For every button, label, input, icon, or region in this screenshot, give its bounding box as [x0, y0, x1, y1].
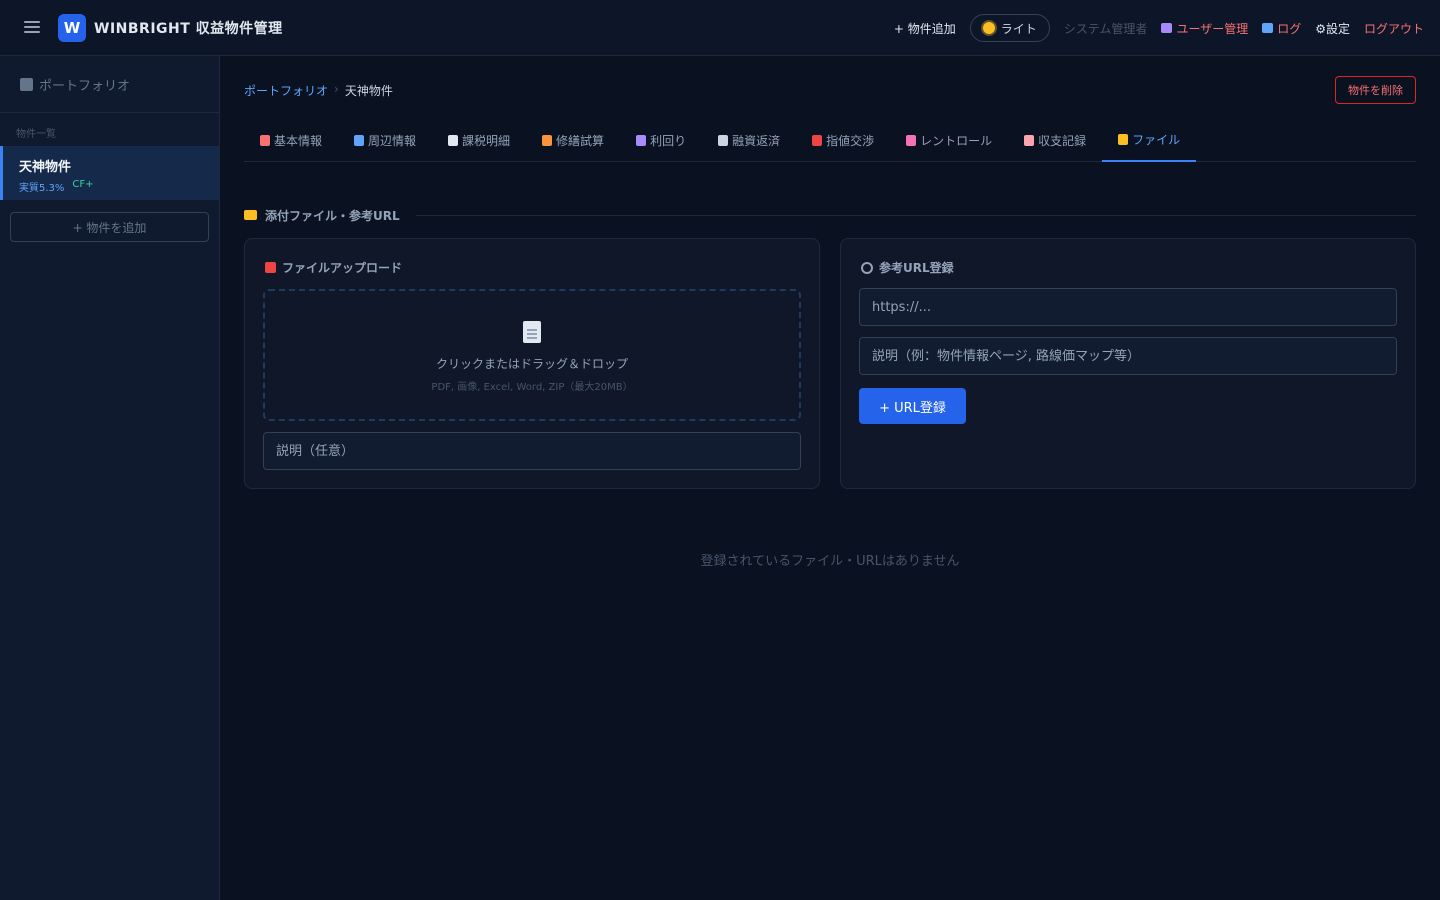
sidebar: ポートフォリオ 物件一覧 天神物件 実質5.3% CF+ + 物件を追加	[0, 56, 220, 900]
tab-7[interactable]: 指値交渉	[796, 118, 890, 162]
section-divider	[415, 214, 1416, 216]
tab-label: 収支記録	[1038, 133, 1087, 148]
sidebar-property-item[interactable]: 天神物件 実質5.3% CF+	[0, 146, 219, 200]
inbox-icon	[265, 262, 276, 273]
bank-icon	[718, 134, 729, 146]
tab-label: 基本情報	[274, 133, 323, 148]
tab-label: レントロール	[920, 133, 993, 148]
property-meta: 実質5.3% CF+	[19, 179, 219, 194]
theme-toggle-button[interactable]: ライト	[969, 14, 1050, 42]
property-cf-badge: CF+	[72, 179, 94, 190]
sidebar-portfolio-label: ポートフォリオ	[39, 78, 131, 94]
property-name: 天神物件	[19, 160, 72, 175]
dropzone-instruction: クリックまたはドラッグ＆ドロップ	[435, 357, 628, 371]
section-header: 添付ファイル・参考URL	[244, 206, 1416, 224]
tab-label: ファイル	[1132, 132, 1181, 147]
settings-link[interactable]: ⚙設定	[1315, 20, 1350, 37]
logout-link[interactable]: ログアウト	[1364, 20, 1424, 37]
sidebar-add-property-button[interactable]: + 物件を追加	[10, 212, 209, 242]
url-register-button[interactable]: + URL登録	[859, 388, 966, 424]
clipboard-icon	[260, 134, 270, 146]
user-management-link[interactable]: ユーザー管理	[1161, 20, 1248, 37]
sidebar-section-label: 物件一覧	[16, 129, 56, 140]
chart-icon	[636, 134, 647, 146]
map-icon	[354, 134, 365, 146]
breadcrumb-portfolio-link[interactable]: ポートフォリオ	[244, 82, 328, 99]
tab-6[interactable]: 融資返済	[702, 118, 796, 162]
theme-toggle-label: ライト	[1000, 21, 1037, 36]
url-register-title-text: 参考URL登録	[879, 261, 954, 275]
file-dropzone[interactable]: クリックまたはドラッグ＆ドロップ PDF, 画像, Excel, Word, Z…	[263, 289, 801, 421]
breadcrumb-current: 天神物件	[344, 84, 393, 98]
file-upload-card: ファイルアップロード クリックまたはドラッグ＆ドロップ PDF, 画像, Exc…	[244, 238, 820, 489]
url-register-card-title: 参考URL登録	[861, 259, 954, 276]
folder-icon	[1118, 133, 1129, 145]
tab-bar: 基本情報 周辺情報 課税明細 修繕試算 利回り 融資返済 指値交渉 レントロール 収支記録 ファイ…	[244, 118, 1416, 162]
tab-label: 修繕試算	[556, 133, 605, 148]
user-role-label: システム管理者	[1063, 21, 1148, 36]
log-label: ログ	[1277, 21, 1302, 36]
tab-2[interactable]: 周辺情報	[338, 118, 432, 162]
user-management-label: ユーザー管理	[1176, 21, 1249, 36]
tab-label: 利回り	[650, 133, 687, 148]
section-title: 添付ファイル・参考URL	[265, 208, 400, 223]
url-input[interactable]	[859, 288, 1397, 326]
delete-property-button[interactable]: 物件を削除	[1335, 76, 1416, 104]
receipt-icon	[448, 134, 459, 146]
url-register-card: 参考URL登録 + URL登録	[840, 238, 1416, 489]
file-upload-card-title: ファイルアップロード	[265, 259, 402, 276]
users-icon	[1161, 23, 1173, 33]
header-nav: + 物件追加 ライト システム管理者 ユーザー管理 ログ ⚙設定 ログアウト	[894, 14, 1424, 42]
tab-9[interactable]: 収支記録	[1008, 118, 1102, 162]
tab-label: 周辺情報	[368, 133, 417, 148]
hammer-icon	[542, 134, 553, 146]
breadcrumb: ポートフォリオ › 天神物件	[244, 82, 393, 99]
tab-1[interactable]: 基本情報	[244, 118, 338, 162]
app-logo: W	[58, 14, 86, 42]
sun-icon	[982, 22, 995, 34]
tab-3[interactable]: 課税明細	[432, 118, 526, 162]
house-icon	[906, 134, 917, 146]
document-icon	[1024, 134, 1035, 146]
url-description-input[interactable]	[859, 337, 1397, 375]
building-icon	[20, 77, 33, 91]
hamburger-menu-icon[interactable]	[22, 19, 42, 37]
tab-10[interactable]: ファイル	[1102, 118, 1197, 162]
top-bar: W WINBRIGHT 収益物件管理 + 物件追加 ライト システム管理者 ユー…	[0, 0, 1440, 56]
tab-4[interactable]: 修繕試算	[526, 118, 620, 162]
file-description-input[interactable]	[263, 432, 801, 470]
sidebar-portfolio-link[interactable]: ポートフォリオ	[0, 56, 219, 113]
tab-label: 指値交渉	[826, 133, 875, 148]
chart-icon	[1262, 23, 1274, 33]
breadcrumb-separator: ›	[334, 82, 339, 96]
property-yield: 実質5.3%	[19, 183, 65, 194]
tab-label: 融資返済	[732, 133, 781, 148]
tab-8[interactable]: レントロール	[890, 118, 1008, 162]
target-icon	[812, 134, 823, 146]
link-icon	[861, 261, 873, 274]
folder-icon	[244, 210, 257, 220]
tab-5[interactable]: 利回り	[620, 118, 702, 162]
app-title: WINBRIGHT 収益物件管理	[94, 21, 283, 37]
dropzone-file-types: PDF, 画像, Excel, Word, ZIP（最大20MB）	[431, 382, 633, 393]
empty-state-message: 登録されているファイル・URLはありません	[700, 554, 960, 569]
file-upload-title-text: ファイルアップロード	[282, 261, 403, 275]
log-link[interactable]: ログ	[1262, 20, 1301, 37]
tab-label: 課税明細	[462, 133, 511, 148]
document-icon	[523, 321, 541, 343]
add-property-button[interactable]: + 物件追加	[894, 20, 956, 37]
